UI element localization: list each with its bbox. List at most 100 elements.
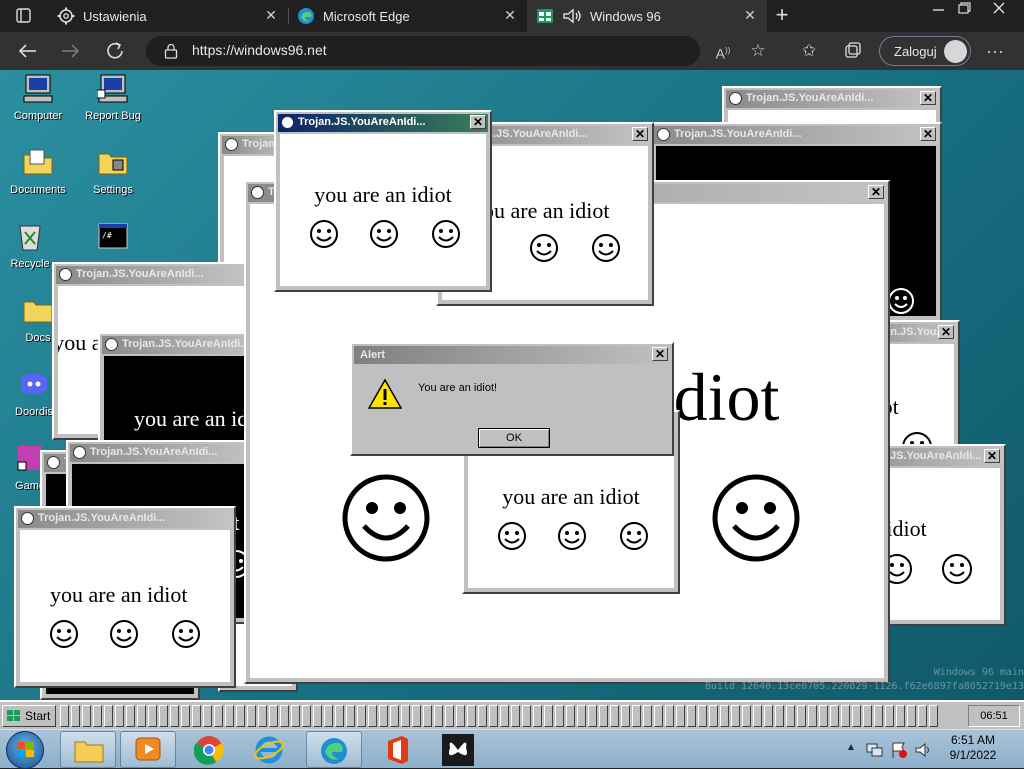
taskbar-app-media-player[interactable] bbox=[120, 731, 176, 768]
taskbar-window-button[interactable] bbox=[797, 705, 806, 727]
taskbar-window-button[interactable] bbox=[401, 705, 410, 727]
taskbar-window-button[interactable] bbox=[577, 705, 586, 727]
taskbar-window-button[interactable] bbox=[654, 705, 663, 727]
taskbar-window-button[interactable] bbox=[929, 705, 938, 727]
minimize-button[interactable] bbox=[928, 0, 950, 18]
taskbar-window-button[interactable] bbox=[863, 705, 872, 727]
window-titlebar[interactable]: Trojan.JS.YouAreAnIdi...✕ bbox=[654, 126, 938, 144]
taskbar-window-button[interactable] bbox=[71, 705, 80, 727]
tab-windows-96[interactable]: Windows 96 ✕ bbox=[527, 0, 767, 32]
window-titlebar[interactable]: Trojan.JS.YouAreAnIdi... bbox=[102, 336, 264, 354]
taskbar-window-button[interactable] bbox=[599, 705, 608, 727]
taskbar-window-button[interactable] bbox=[511, 705, 520, 727]
close-icon[interactable]: ✕ bbox=[938, 325, 954, 339]
add-favorite-icon[interactable]: ☆ bbox=[745, 38, 771, 64]
taskbar-window-button[interactable] bbox=[247, 705, 256, 727]
back-button[interactable] bbox=[16, 40, 40, 62]
read-aloud-icon[interactable]: A)) bbox=[710, 38, 736, 64]
taskbar-window-button[interactable] bbox=[621, 705, 630, 727]
taskbar-window-button[interactable] bbox=[280, 705, 289, 727]
taskbar-window-button[interactable] bbox=[148, 705, 157, 727]
taskbar-window-button[interactable] bbox=[566, 705, 575, 727]
taskbar-app-butterfly[interactable] bbox=[432, 731, 488, 768]
taskbar-window-button[interactable] bbox=[555, 705, 564, 727]
show-hidden-icons-icon[interactable]: ▲ bbox=[846, 742, 856, 753]
taskbar-window-button[interactable] bbox=[533, 705, 542, 727]
tab-microsoft-edge[interactable]: Microsoft Edge ✕ bbox=[289, 0, 527, 32]
desktop-icon-settings[interactable]: Settings bbox=[73, 146, 153, 196]
taskbar-window-button[interactable] bbox=[676, 705, 685, 727]
window-titlebar[interactable]: Trojan.JS.YouAreAnIdi...✕ bbox=[278, 114, 488, 132]
taskbar-window-button[interactable] bbox=[60, 705, 69, 727]
taskbar-window-button[interactable] bbox=[808, 705, 817, 727]
taskbar-app-office[interactable] bbox=[370, 731, 426, 768]
restore-button[interactable] bbox=[953, 0, 975, 18]
sign-in-button[interactable]: Zaloguj bbox=[879, 36, 971, 66]
volume-icon[interactable] bbox=[914, 741, 932, 759]
taskbar-window-button[interactable] bbox=[852, 705, 861, 727]
close-icon[interactable]: ✕ bbox=[632, 127, 648, 141]
taskbar-window-button[interactable] bbox=[830, 705, 839, 727]
taskbar-window-button[interactable] bbox=[104, 705, 113, 727]
taskbar-window-button[interactable] bbox=[874, 705, 883, 727]
taskbar-window-button[interactable] bbox=[423, 705, 432, 727]
taskbar-window-button[interactable] bbox=[841, 705, 850, 727]
taskbar-window-button[interactable] bbox=[885, 705, 894, 727]
tab-settings[interactable]: Ustawienia ✕ bbox=[48, 0, 288, 32]
taskbar-window-button[interactable] bbox=[786, 705, 795, 727]
close-window-button[interactable] bbox=[982, 0, 1016, 18]
favorites-icon[interactable]: ✩ bbox=[796, 38, 822, 64]
window-titlebar[interactable]: Trojan.JS.YouAreAnIdi...✕ bbox=[726, 90, 938, 108]
lock-icon[interactable] bbox=[164, 43, 178, 59]
taskbar-window-button[interactable] bbox=[632, 705, 641, 727]
taskbar-window-button[interactable] bbox=[643, 705, 652, 727]
alert-dialog[interactable]: Alert ✕ You are an idiot! OK bbox=[350, 342, 674, 456]
taskbar-window-button[interactable] bbox=[93, 705, 102, 727]
taskbar-window-button[interactable] bbox=[291, 705, 300, 727]
taskbar-window-button[interactable] bbox=[665, 705, 674, 727]
address-bar[interactable]: https://windows96.net bbox=[146, 36, 700, 66]
taskbar-window-button[interactable] bbox=[346, 705, 355, 727]
taskbar-window-button[interactable] bbox=[390, 705, 399, 727]
taskbar-window-button[interactable] bbox=[324, 705, 333, 727]
taskbar-window-button[interactable] bbox=[588, 705, 597, 727]
taskbar-window-button[interactable] bbox=[258, 705, 267, 727]
close-tab-icon[interactable]: ✕ bbox=[264, 8, 278, 22]
taskbar-window-button[interactable] bbox=[698, 705, 707, 727]
taskbar-window-button[interactable] bbox=[445, 705, 454, 727]
desktop-icon-computer[interactable]: Computer bbox=[0, 72, 78, 122]
close-tab-icon[interactable]: ✕ bbox=[743, 8, 757, 22]
taskbar-window-button[interactable] bbox=[687, 705, 696, 727]
taskbar-window-button[interactable] bbox=[115, 705, 124, 727]
close-icon[interactable]: ✕ bbox=[868, 185, 884, 199]
refresh-button[interactable] bbox=[104, 40, 128, 62]
taskbar-window-button[interactable] bbox=[159, 705, 168, 727]
taskbar-window-button[interactable] bbox=[137, 705, 146, 727]
taskbar-window-button[interactable] bbox=[720, 705, 729, 727]
taskbar-window-button[interactable] bbox=[335, 705, 344, 727]
taskbar-window-button[interactable] bbox=[126, 705, 135, 727]
taskbar-window-button[interactable] bbox=[82, 705, 91, 727]
window-titlebar[interactable]: Trojan.JS.YouAreAnIdi... bbox=[70, 444, 258, 462]
taskbar-window-button[interactable] bbox=[489, 705, 498, 727]
new-tab-button[interactable]: + bbox=[770, 4, 794, 26]
start-button[interactable]: Start bbox=[2, 705, 56, 727]
taskbar-window-button[interactable] bbox=[313, 705, 322, 727]
taskbar-window-button[interactable] bbox=[269, 705, 278, 727]
close-icon[interactable]: ✕ bbox=[920, 91, 936, 105]
taskbar-window-button[interactable] bbox=[214, 705, 223, 727]
taskbar-app-explorer[interactable] bbox=[60, 731, 116, 768]
taskbar-window-button[interactable] bbox=[753, 705, 762, 727]
taskbar-window-button[interactable] bbox=[742, 705, 751, 727]
alert-titlebar[interactable]: Alert ✕ bbox=[354, 346, 670, 364]
taskbar-window-button[interactable] bbox=[225, 705, 234, 727]
taskbar-window-button[interactable] bbox=[896, 705, 905, 727]
taskbar-window-button[interactable] bbox=[236, 705, 245, 727]
taskbar-window-button[interactable] bbox=[731, 705, 740, 727]
desktop-icon-terminal[interactable]: /# bbox=[73, 220, 153, 258]
network-icon[interactable] bbox=[866, 742, 884, 758]
taskbar-window-button[interactable] bbox=[379, 705, 388, 727]
tab-actions-button[interactable] bbox=[0, 0, 46, 32]
taskbar-window-button[interactable] bbox=[709, 705, 718, 727]
desktop-icon-report-bug[interactable]: Report Bug bbox=[73, 72, 153, 122]
